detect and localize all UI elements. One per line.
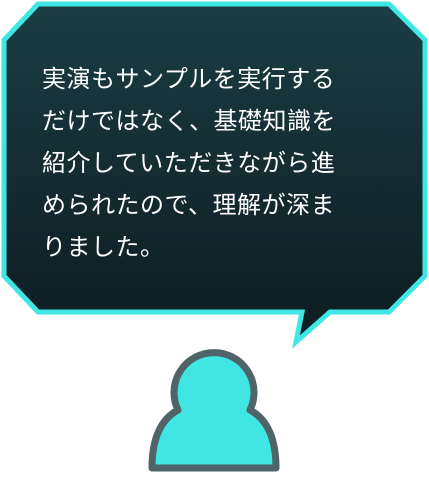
testimonial-card: 実演もサンプルを実行する だけではなく、基礎知識を 紹介していただきながら進 め… xyxy=(0,0,429,477)
testimonial-quote: 実演もサンプルを実行する だけではなく、基礎知識を 紹介していただきながら進 め… xyxy=(42,65,336,261)
person-silhouette-icon xyxy=(148,349,280,472)
